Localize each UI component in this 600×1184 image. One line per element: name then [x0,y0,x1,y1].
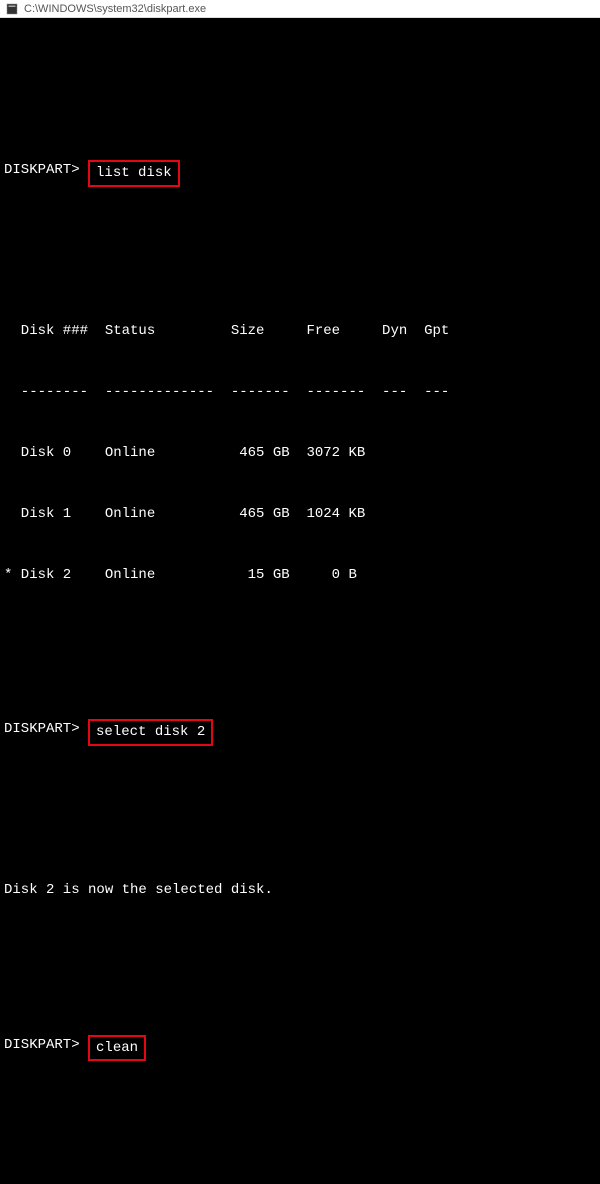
command-select-disk: select disk 2 [88,719,213,745]
command-list-disk: list disk [88,160,180,186]
prompt: DISKPART> [4,160,88,180]
disk-table-divider: -------- ------------- ------- ------- -… [4,382,596,402]
disk-table-header: Disk ### Status Size Free Dyn Gpt [4,321,596,341]
table-row: Disk 1 Online 465 GB 1024 KB [4,504,596,524]
command-line-clean: DISKPART> clean [4,1035,596,1061]
terminal-output[interactable]: DISKPART> list disk Disk ### Status Size… [0,18,600,1184]
command-line-select-disk: DISKPART> select disk 2 [4,719,596,745]
prompt: DISKPART> [4,1035,88,1055]
window-titlebar[interactable]: C:\WINDOWS\system32\diskpart.exe [0,0,600,18]
command-clean: clean [88,1035,146,1061]
command-line-list-disk: DISKPART> list disk [4,160,596,186]
table-row: Disk 0 Online 465 GB 3072 KB [4,443,596,463]
table-row: * Disk 2 Online 15 GB 0 B [4,565,596,585]
app-icon [6,3,18,15]
message-selected: Disk 2 is now the selected disk. [4,880,596,900]
window-title: C:\WINDOWS\system32\diskpart.exe [24,3,206,15]
prompt: DISKPART> [4,719,88,739]
